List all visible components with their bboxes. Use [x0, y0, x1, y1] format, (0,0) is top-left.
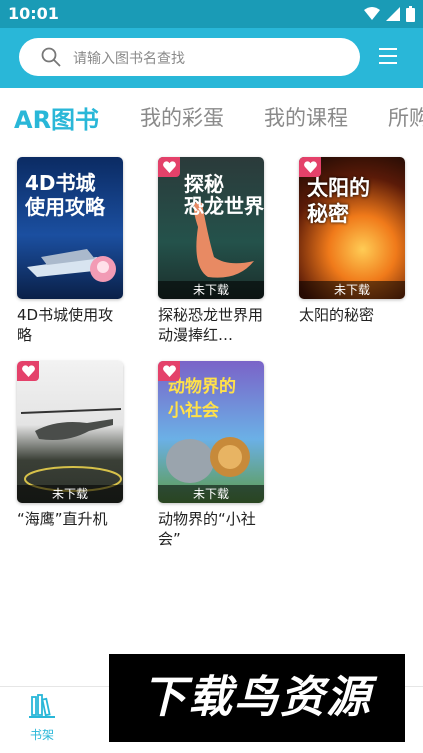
search-icon [41, 47, 61, 67]
tab-ar-books[interactable]: AR图书 [14, 100, 99, 135]
cover-text: 太阳的 秘密 [307, 176, 370, 226]
download-status: 未下载 [17, 485, 123, 503]
search-placeholder: 请输入图书名查找 [73, 51, 185, 67]
book-title: 4D书城使用攻略 [17, 306, 114, 344]
tab-purchased[interactable]: 所购 [388, 102, 423, 132]
tab-my-eggs[interactable]: 我的彩蛋 [140, 102, 224, 132]
status-bar: 10:01 [0, 0, 423, 28]
tab-my-courses[interactable]: 我的课程 [264, 102, 348, 132]
cover-text: 4D书城 使用攻略 [25, 171, 105, 219]
cover-text: 探秘 恐龙世界 [184, 172, 264, 218]
favorite-heart-icon[interactable] [158, 157, 180, 177]
favorite-heart-icon[interactable] [299, 157, 321, 177]
app-header: 请输入图书名查找 [0, 28, 423, 88]
book-cover[interactable]: 探秘 恐龙世界 未下载 [158, 157, 264, 299]
nav-bookshelf[interactable]: 书架 [12, 693, 72, 743]
download-status: 未下载 [158, 485, 264, 503]
battery-icon [406, 6, 415, 22]
download-status: 未下载 [299, 281, 405, 299]
search-input[interactable]: 请输入图书名查找 [19, 38, 360, 76]
favorite-heart-icon[interactable] [17, 361, 39, 381]
book-title: “海鹰”直升机 [17, 510, 108, 528]
favorite-heart-icon[interactable] [158, 361, 180, 381]
book-title: 探秘恐龙世界用动漫捧红… [158, 306, 264, 344]
download-status: 未下载 [158, 281, 264, 299]
book-title: 太阳的秘密 [299, 306, 375, 324]
menu-icon[interactable] [379, 48, 397, 69]
nav-bookshelf-label: 书架 [29, 728, 54, 742]
book-cover[interactable]: 太阳的 秘密 未下载 [299, 157, 405, 299]
category-tabs: AR图书 我的彩蛋 我的课程 所购 [0, 88, 423, 148]
book-cover[interactable]: 动物界的 小社会 未下载 [158, 361, 264, 503]
status-icons [364, 6, 415, 22]
watermark-banner: 下载鸟资源 [109, 654, 405, 742]
cover-text: 动物界的 小社会 [168, 377, 236, 421]
book-cover[interactable]: 4D书城 使用攻略 [17, 157, 123, 299]
bookshelf-icon [29, 694, 55, 718]
book-cover[interactable]: 未下载 [17, 361, 123, 503]
status-time: 10:01 [8, 4, 59, 23]
helicopter-illustration [20, 408, 122, 492]
wifi-icon [364, 7, 380, 20]
signal-icon [386, 7, 400, 21]
book-title: 动物界的“小社会” [158, 510, 256, 548]
